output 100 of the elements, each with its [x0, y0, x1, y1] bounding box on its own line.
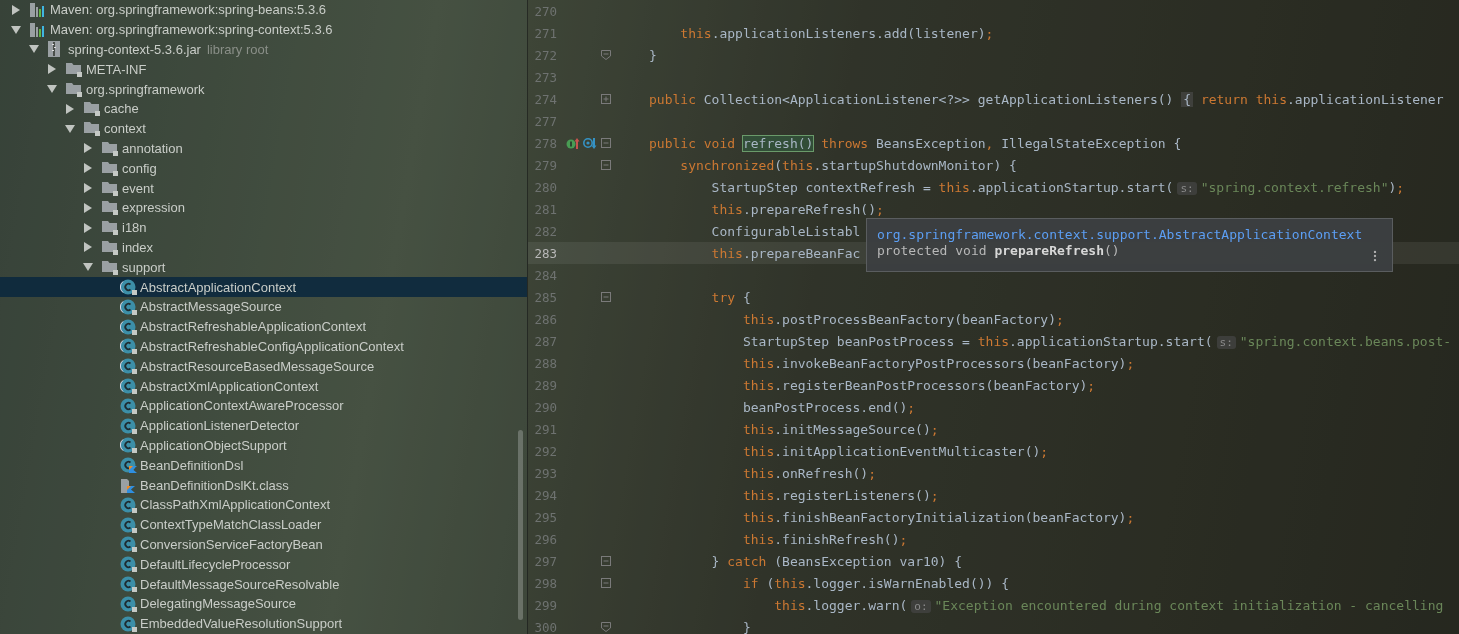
caret-down-icon[interactable] [29, 44, 39, 55]
item-label: AbstractRefreshableApplicationContext [140, 319, 367, 335]
fold-plus-icon[interactable] [601, 94, 611, 104]
class-icon [120, 595, 137, 612]
line-number: 271 [533, 25, 557, 41]
tree-item[interactable]: i18n [0, 217, 527, 238]
fold-minus-icon[interactable] [601, 578, 611, 588]
tree-item[interactable]: DelegatingMessageSource [0, 593, 527, 614]
archive-icon [48, 41, 60, 58]
tree-item[interactable]: ApplicationObjectSupport [0, 435, 527, 456]
line-number: 299 [533, 597, 557, 613]
item-label: spring-context-5.3.6.jar [68, 42, 201, 57]
line-number: 280 [533, 179, 557, 195]
tree-item[interactable]: AbstractApplicationContext [0, 277, 527, 297]
folder-icon [84, 101, 100, 117]
tree-item[interactable]: AbstractResourceBasedMessageSource [0, 356, 527, 377]
caret-right-icon[interactable] [83, 183, 93, 194]
item-label: Maven: org.springframework:spring-beans:5.3.6 [50, 2, 327, 18]
caret-right-icon[interactable] [83, 202, 93, 213]
tree-item[interactable]: Maven: org.springframework:spring-context:5.3.6 [0, 19, 527, 40]
circle-up-arrow-icon[interactable] [566, 136, 580, 150]
line-number: 283 [533, 245, 557, 261]
folder-icon [84, 121, 100, 137]
caret-down-icon[interactable] [11, 24, 21, 35]
abstract-class-icon [120, 338, 137, 355]
tree-item[interactable]: org.springframework [0, 79, 527, 99]
tree-item[interactable]: spring-context-5.3.6.jar library root [0, 39, 527, 60]
tree-item[interactable]: META-INF [0, 59, 527, 80]
tree-item[interactable]: event [0, 178, 527, 198]
item-label: index [122, 239, 154, 255]
class-icon [120, 496, 137, 513]
tree-item[interactable]: ClassPathXmlApplicationContext [0, 494, 527, 515]
line-number: 284 [533, 267, 557, 283]
line-number: 300 [533, 619, 557, 634]
abstract-class-icon [120, 298, 137, 315]
circle-down-arrow-icon[interactable] [583, 136, 597, 150]
item-label: expression [122, 200, 185, 216]
tree-item[interactable]: context [0, 118, 527, 139]
caret-right-icon[interactable] [65, 103, 75, 114]
library-bars-icon [30, 2, 46, 17]
caret-right-icon[interactable] [83, 222, 93, 233]
class-link[interactable]: org.springframework.context.support.AbstractApplicationContext [877, 227, 1363, 242]
fold-minus-icon[interactable] [601, 138, 611, 148]
line-number: 279 [533, 157, 557, 173]
caret-right-icon[interactable] [83, 242, 93, 253]
folder-icon [102, 140, 118, 156]
class-icon [120, 615, 137, 632]
tree-item[interactable]: index [0, 237, 527, 258]
caret-right-icon[interactable] [83, 143, 93, 154]
line-number: 289 [533, 377, 557, 393]
tree-item[interactable]: cache [0, 99, 527, 119]
tree-item[interactable]: BeanDefinitionDsl [0, 455, 527, 476]
tree-item[interactable]: AbstractRefreshableConfigApplicationContext [0, 336, 527, 357]
tree-item[interactable]: ContextTypeMatchClassLoader [0, 514, 527, 535]
code-line: public Collection<ApplicationListener<?>> getApplicationListeners() { return this.applicationListener [649, 91, 1444, 107]
tree-item[interactable]: config [0, 158, 527, 179]
item-label: DefaultLifecycleProcessor [140, 556, 291, 572]
tree-item[interactable]: DefaultLifecycleProcessor [0, 554, 527, 575]
caret-down-icon[interactable] [65, 123, 75, 134]
fold-minus-icon[interactable] [601, 556, 611, 566]
caret-right-icon[interactable] [47, 64, 57, 75]
tree-item[interactable]: ApplicationListenerDetector [0, 415, 527, 436]
code-line: this.logger.warn( o: "Exception encountered during context initialization - cancelling [773, 597, 1444, 613]
scrollbar-thumb[interactable] [518, 430, 523, 620]
abstract-class-icon [120, 279, 137, 296]
code-line: public void refresh() throws BeansException, IllegalStateException { [649, 135, 1182, 151]
code-line: StartupStep contextRefresh = this.applicationStartup.start( s: "spring.context.refresh"); [710, 179, 1405, 195]
tree-item[interactable]: ApplicationContextAwareProcessor [0, 395, 527, 416]
code-line: this.finishBeanFactoryInitialization(beanFactory); [741, 509, 1135, 525]
item-label: org.springframework [86, 81, 205, 97]
tree-item[interactable]: DefaultMessageSourceResolvable [0, 574, 527, 594]
tree-item[interactable]: support [0, 257, 527, 278]
line-number: 293 [533, 465, 557, 481]
code-line: } catch (BeansException var10) { [710, 553, 963, 569]
fold-end-icon[interactable] [601, 50, 611, 60]
fold-minus-icon[interactable] [601, 160, 611, 170]
tree-item[interactable]: annotation [0, 138, 527, 159]
class-icon [120, 397, 137, 414]
tree-item[interactable]: AbstractMessageSource [0, 296, 527, 317]
tree-item[interactable]: expression [0, 197, 527, 218]
caret-down-icon[interactable] [83, 262, 93, 273]
tree-item[interactable]: ConversionServiceFactoryBean [0, 534, 527, 555]
abstract-class-icon [120, 318, 137, 335]
tree-item[interactable]: EmbeddedValueResolutionSupport [0, 613, 527, 634]
item-label: AbstractMessageSource [140, 299, 282, 315]
tree-item[interactable]: Maven: org.springframework:spring-beans:5.3.6 [0, 0, 527, 20]
caret-down-icon[interactable] [47, 84, 57, 95]
folder-icon [102, 180, 118, 196]
tree-item[interactable]: BeanDefinitionDslKt.class [0, 475, 527, 495]
line-number: 291 [533, 421, 557, 437]
fold-minus-icon[interactable] [601, 292, 611, 302]
item-label: config [122, 160, 157, 176]
fold-end-icon[interactable] [601, 622, 611, 632]
caret-right-icon[interactable] [11, 4, 21, 15]
tree-item[interactable]: AbstractXmlApplicationContext [0, 376, 527, 396]
caret-right-icon[interactable] [83, 163, 93, 174]
class-icon [120, 417, 137, 434]
item-label: Maven: org.springframework:spring-context:5.3.6 [50, 22, 333, 38]
abstract-class-icon [120, 358, 137, 375]
tree-item[interactable]: AbstractRefreshableApplicationContext [0, 316, 527, 337]
